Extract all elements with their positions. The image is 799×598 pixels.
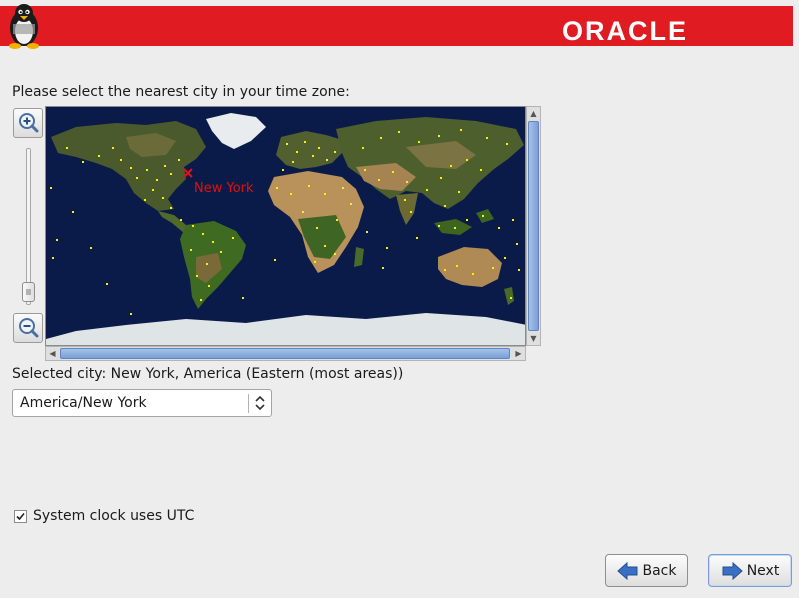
header-banner: ORACLE [0, 6, 793, 46]
zoom-out-icon [19, 318, 39, 338]
oracle-logo: ORACLE [562, 17, 688, 43]
grip-icon [26, 289, 31, 295]
timezone-prompt: Please select the nearest city in your t… [12, 84, 350, 100]
zoom-in-button[interactable] [13, 108, 43, 138]
checkmark-icon [16, 512, 25, 520]
vertical-scroll-thumb[interactable] [528, 121, 539, 331]
scroll-right-icon[interactable]: ▶ [512, 347, 525, 360]
back-arrow-icon [616, 561, 637, 580]
map-vertical-scrollbar[interactable]: ▲ ▼ [526, 106, 541, 346]
next-label: Next [746, 562, 780, 579]
utc-checkbox[interactable] [14, 509, 27, 523]
scroll-down-icon[interactable]: ▼ [527, 332, 540, 345]
scroll-up-icon[interactable]: ▲ [527, 107, 540, 120]
utc-label: System clock uses UTC [33, 508, 195, 524]
zoom-in-icon [19, 113, 39, 133]
next-arrow-icon [722, 561, 743, 580]
back-label: Back [642, 562, 677, 579]
world-map[interactable]: New York [45, 106, 526, 346]
timezone-select[interactable]: America/New York [12, 389, 272, 417]
zoom-slider-handle[interactable] [22, 282, 35, 302]
svg-text:ORACLE: ORACLE [562, 17, 688, 43]
utc-option[interactable]: System clock uses UTC [14, 508, 194, 524]
tux-penguin-icon [9, 4, 39, 49]
map-horizontal-scrollbar[interactable]: ◀ ▶ [45, 346, 526, 361]
back-button[interactable]: Back [605, 554, 688, 587]
zoom-out-button[interactable] [13, 313, 43, 343]
timezone-select-value: America/New York [20, 395, 147, 411]
updown-arrows-icon [255, 395, 265, 411]
selected-city-label: Selected city: New York, America (Easter… [12, 366, 404, 382]
next-button[interactable]: Next [708, 554, 792, 587]
horizontal-scroll-thumb[interactable] [60, 348, 510, 359]
scroll-left-icon[interactable]: ◀ [46, 347, 59, 360]
map-marker-label: New York [194, 181, 254, 196]
select-divider [248, 394, 249, 413]
